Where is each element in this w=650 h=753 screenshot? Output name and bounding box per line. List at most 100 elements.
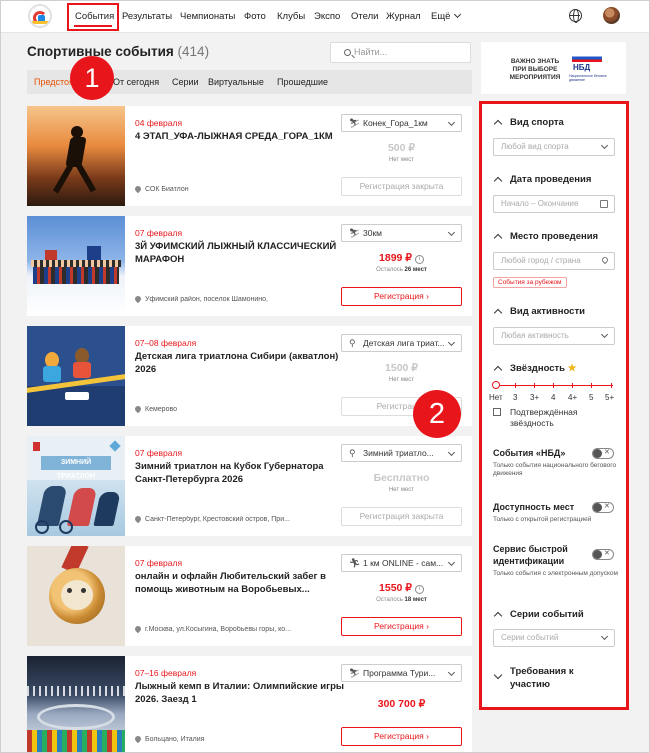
registration-button-label: Регистрация: [374, 731, 424, 741]
search-input[interactable]: Найти...: [330, 42, 471, 63]
event-title[interactable]: Лыжный кемп в Италии: Олимпийские игры 2…: [135, 680, 350, 706]
event-location-text: СОК Биатлон: [145, 186, 189, 193]
chevron-right-icon: ›: [426, 731, 429, 741]
nbd-promo-banner[interactable]: ВАЖНО ЗНАТЬ ПРИ ВЫБОРЕ МЕРОПРИЯТИЯ НБД Н…: [481, 42, 626, 94]
runner-icon: 🏃︎: [349, 558, 361, 568]
event-availability: Нет мест: [388, 157, 415, 163]
nav-expo[interactable]: Экспо: [314, 11, 340, 22]
event-image[interactable]: [27, 216, 125, 316]
distance-select[interactable]: ⚲ Зимний триатло...: [341, 444, 462, 462]
event-image[interactable]: [27, 326, 125, 426]
event-title[interactable]: онлайн и офлайн Любительский забег в пом…: [135, 570, 350, 596]
distance-value: Программа Тури...: [363, 668, 436, 678]
nav-photo[interactable]: Фото: [244, 11, 266, 22]
event-date: 07 февраля: [135, 448, 183, 458]
registration-closed-button[interactable]: Регистрация закрыта: [341, 177, 462, 196]
event-date: 07 февраля: [135, 558, 183, 568]
chevron-right-icon: ›: [426, 621, 429, 631]
event-title[interactable]: 4 ЭТАП_УФА-ЛЫЖНАЯ СРЕДА_ГОРА_1КМ: [135, 130, 350, 143]
event-card[interactable]: 07–08 февраля Детская лига триатлона Сиб…: [27, 326, 472, 426]
distance-value: 1 км ONLINE - сам...: [363, 558, 444, 568]
nav-more[interactable]: Ещё: [431, 10, 462, 22]
annotation-highlight-nav: [67, 3, 119, 31]
event-price: Бесплатно: [373, 472, 430, 484]
nav-results[interactable]: Результаты: [122, 11, 172, 22]
event-card[interactable]: 07 февраля онлайн и офлайн Любительский …: [27, 546, 472, 646]
event-location: г.Москва, ул.Косыгина, Воробьевы горы, к…: [135, 626, 347, 633]
event-image[interactable]: [27, 546, 125, 646]
registration-closed-button[interactable]: Регистрация закрыта: [341, 507, 462, 526]
page-title: Спортивные события (414): [27, 44, 209, 59]
distance-select[interactable]: ⚲ Детская лига триат...: [341, 334, 462, 352]
registration-button[interactable]: Регистрация ›: [341, 287, 462, 306]
event-title[interactable]: 3Й УФИМСКИЙ ЛЫЖНЫЙ КЛАССИЧЕСКИЙ МАРАФОН: [135, 240, 350, 266]
distance-select[interactable]: 🏃︎ 1 км ONLINE - сам...: [341, 554, 462, 572]
distance-select[interactable]: ⛷ Программа Тури...: [341, 664, 462, 682]
russian-flag-icon: [572, 54, 602, 62]
nav-more-label: Ещё: [431, 11, 451, 22]
tab-series[interactable]: Серии: [172, 77, 199, 87]
registration-button[interactable]: Регистрация ›: [341, 617, 462, 636]
event-price-value: 1550 ₽: [379, 582, 412, 594]
availability-count: 26 мест: [404, 267, 427, 273]
nav-journal[interactable]: Журнал: [386, 11, 421, 22]
event-date: 07 февраля: [135, 228, 183, 238]
registration-button[interactable]: Регистрация ›: [341, 727, 462, 746]
event-card[interactable]: ЗИМНИЙ ТРИАТЛОН 07 февраля Зимний триатл…: [27, 436, 472, 536]
event-image[interactable]: ЗИМНИЙ ТРИАТЛОН: [27, 436, 125, 536]
event-title[interactable]: Детская лига триатлона Сибири (акватлон)…: [135, 350, 350, 376]
event-card[interactable]: 07 февраля 3Й УФИМСКИЙ ЛЫЖНЫЙ КЛАССИЧЕСК…: [27, 216, 472, 316]
distance-value: 30км: [363, 228, 383, 238]
site-logo-icon[interactable]: [28, 4, 52, 28]
triathlon-icon: ⚲: [349, 338, 356, 348]
chevron-down-icon: [454, 10, 462, 19]
nav-clubs[interactable]: Клубы: [277, 11, 305, 22]
location-pin-icon: [135, 516, 143, 523]
event-availability: Нет мест: [388, 377, 415, 383]
annotation-highlight-filters: [479, 101, 629, 710]
tab-past[interactable]: Прошедшие: [277, 77, 328, 87]
nbd-logo-subtitle: Национальное беговое движение: [569, 74, 607, 82]
event-location-text: Уфимский район, поселок Шамонино,: [145, 296, 269, 303]
tab-virtual[interactable]: Виртуальные: [208, 77, 264, 87]
event-location-text: Кемерово: [145, 406, 177, 413]
nav-hotels[interactable]: Отели: [351, 11, 378, 22]
registration-button-label: Регистрация: [374, 291, 424, 301]
search-icon: [344, 49, 351, 56]
availability-label: Осталось: [376, 597, 403, 603]
event-title[interactable]: Зимний триатлон на Кубок Губернатора Сан…: [135, 460, 350, 486]
distance-value: Зимний триатло...: [363, 448, 434, 458]
event-location: Санкт-Петербург, Крестовский остров, При…: [135, 516, 347, 523]
avatar[interactable]: [603, 7, 620, 24]
bike-icon: ⚲: [349, 448, 356, 458]
tab-from-today[interactable]: От сегодня: [113, 77, 159, 87]
info-icon[interactable]: i: [414, 255, 424, 264]
promo-text: ВАЖНО ЗНАТЬ ПРИ ВЫБОРЕ МЕРОПРИЯТИЯ: [509, 58, 561, 81]
event-location: Кемерово: [135, 406, 347, 413]
info-icon[interactable]: i: [414, 585, 424, 594]
location-pin-icon: [135, 296, 143, 303]
distance-select[interactable]: ⛷ Конек_Гора_1км: [341, 114, 462, 132]
event-image[interactable]: [27, 106, 125, 206]
event-date: 07–08 февраля: [135, 338, 197, 348]
event-location-text: Санкт-Петербург, Крестовский остров, При…: [145, 516, 290, 523]
event-location: Больцано, Италия: [135, 736, 347, 743]
event-price: 1500 ₽: [385, 362, 418, 374]
event-card[interactable]: 07–16 февраля Лыжный кемп в Италии: Олим…: [27, 656, 472, 753]
event-availability: Осталось 18 мест: [341, 597, 462, 603]
chevron-down-icon: [447, 448, 456, 457]
chevron-down-icon: [447, 228, 456, 237]
event-card[interactable]: 04 февраля 4 ЭТАП_УФА-ЛЫЖНАЯ СРЕДА_ГОРА_…: [27, 106, 472, 206]
event-price: 300 700 ₽: [377, 698, 426, 710]
distance-value: Конек_Гора_1км: [363, 118, 428, 128]
location-pin-icon: [135, 186, 143, 193]
language-globe-icon[interactable]: [569, 9, 582, 23]
nav-championships[interactable]: Чемпионаты: [180, 11, 235, 22]
event-image[interactable]: [27, 656, 125, 753]
chevron-down-icon: [447, 118, 456, 127]
event-price: 1550 ₽ i: [341, 582, 462, 594]
event-date: 04 февраля: [135, 118, 183, 128]
chevron-down-icon: [447, 558, 456, 567]
event-price: 500 ₽: [387, 142, 416, 154]
distance-select[interactable]: ⛷ 30км: [341, 224, 462, 242]
